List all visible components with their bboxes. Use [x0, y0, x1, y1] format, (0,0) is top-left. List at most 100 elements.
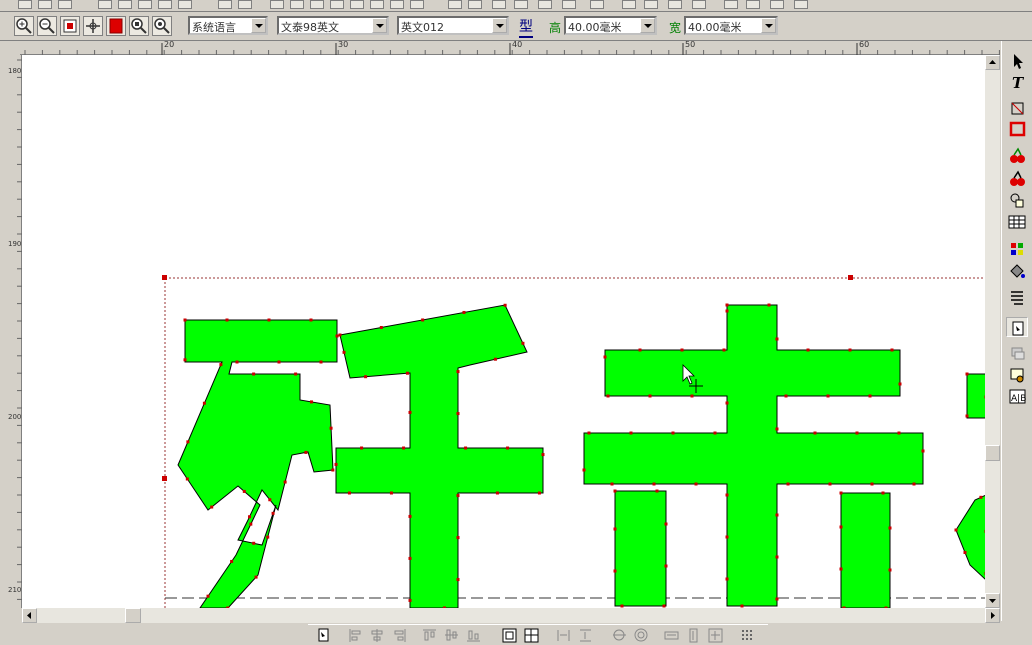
align-middle-icon[interactable] [444, 628, 459, 643]
vertical-scrollbar[interactable] [985, 55, 1000, 610]
width-combo[interactable]: 40.00毫米 [684, 16, 778, 35]
zoom-window-button[interactable] [129, 16, 149, 36]
zoom-selection-button[interactable] [152, 16, 172, 36]
align-bottom-icon[interactable] [466, 628, 481, 643]
chevron-down-icon[interactable] [251, 18, 266, 33]
scroll-up-button[interactable] [985, 55, 1000, 70]
arrow-left-icon [27, 612, 31, 619]
frame-button[interactable] [1006, 365, 1028, 385]
toolbar-button[interactable] [390, 0, 404, 9]
zoom-in-button[interactable] [14, 16, 34, 36]
center-page-icon[interactable] [502, 628, 517, 643]
toolbar-button[interactable] [18, 0, 32, 9]
toolbar-button[interactable] [746, 0, 760, 9]
scroll-right-button[interactable] [985, 608, 1000, 623]
horizontal-scrollbar[interactable] [22, 608, 1000, 623]
selection-handle[interactable] [848, 275, 853, 280]
toolbar-button[interactable] [58, 0, 72, 9]
height-combo[interactable]: 40.00毫米 [564, 16, 657, 35]
toolbar-button[interactable] [370, 0, 384, 9]
chinese-font-combo[interactable]: 文泰98英文 [277, 16, 389, 35]
distribute-v-icon[interactable] [578, 628, 593, 643]
align-right-icon[interactable] [392, 628, 407, 643]
transform-tool-button[interactable] [1006, 190, 1028, 210]
center-selection-icon[interactable] [524, 628, 539, 643]
distribute-h-icon[interactable] [556, 628, 571, 643]
table-tool-button[interactable] [1006, 212, 1028, 232]
toolbar-button[interactable] [290, 0, 304, 9]
toolbar-button[interactable] [644, 0, 658, 9]
rectangle-tool-button[interactable] [1006, 119, 1028, 139]
toolbar-button[interactable] [138, 0, 152, 9]
chevron-down-icon[interactable] [372, 18, 387, 33]
group-icon[interactable] [612, 628, 627, 643]
text-ab-button[interactable]: A|B [1006, 386, 1028, 406]
toolbar-button[interactable] [514, 0, 528, 9]
toolbar-button[interactable] [622, 0, 636, 9]
same-width-icon[interactable] [664, 628, 679, 643]
toolbar-button[interactable] [562, 0, 576, 9]
chevron-down-icon[interactable] [761, 18, 776, 33]
zoom-page-button[interactable] [60, 16, 80, 36]
toolbar-button[interactable] [692, 0, 706, 9]
select-tool-button[interactable] [1006, 51, 1028, 71]
shape-tool-button[interactable] [1006, 98, 1028, 118]
toolbar-button[interactable] [538, 0, 552, 9]
toolbar-button[interactable] [350, 0, 364, 9]
scroll-left-button[interactable] [22, 608, 37, 623]
scroll-thumb[interactable] [125, 608, 141, 623]
toolbar-button[interactable] [410, 0, 424, 9]
glyph-ji[interactable] [583, 304, 986, 608]
toolbar-button[interactable] [310, 0, 324, 9]
canvas-drawing[interactable] [22, 55, 986, 608]
toolbar-button[interactable] [590, 0, 604, 9]
toolbar-button[interactable] [218, 0, 232, 9]
selection-handle[interactable] [162, 476, 167, 481]
toolbar-button[interactable] [492, 0, 506, 9]
align-top-icon[interactable] [422, 628, 437, 643]
scroll-down-button[interactable] [985, 593, 1000, 608]
toolbar-button[interactable] [330, 0, 344, 9]
outline-tool-button[interactable] [1006, 169, 1028, 189]
toolbar-button[interactable] [158, 0, 172, 9]
toolbar-button[interactable] [724, 0, 738, 9]
circle-icon[interactable] [634, 628, 649, 643]
page-icon[interactable] [316, 628, 331, 643]
page-setup-button[interactable] [1006, 317, 1028, 337]
toolbar-button[interactable] [668, 0, 682, 9]
layers-button[interactable] [1006, 343, 1028, 363]
toolbar-button[interactable] [38, 0, 52, 9]
chevron-down-icon[interactable] [492, 18, 507, 33]
toolbar-button[interactable] [468, 0, 482, 9]
english-font-combo[interactable]: 英文012 [397, 16, 509, 35]
align-center-icon[interactable] [370, 628, 385, 643]
zoom-out-button[interactable] [37, 16, 57, 36]
selection-handle[interactable] [162, 275, 167, 280]
toolbar-button[interactable] [238, 0, 252, 9]
language-combo[interactable]: 系统语言 [188, 16, 268, 35]
align-left-icon[interactable] [348, 628, 363, 643]
text-tool-button[interactable]: T [1006, 72, 1028, 92]
paint-bucket-button[interactable] [1006, 261, 1028, 281]
toolbar-button[interactable] [178, 0, 192, 9]
pan-button[interactable] [83, 16, 103, 36]
scroll-thumb[interactable] [985, 445, 1000, 461]
chevron-down-icon[interactable] [640, 18, 655, 33]
fill-tool-button[interactable] [1006, 146, 1028, 166]
color-button[interactable] [106, 16, 126, 36]
toolbar-button[interactable] [118, 0, 132, 9]
same-size-icon[interactable] [708, 628, 723, 643]
grid-icon[interactable] [740, 628, 755, 643]
toolbar-button[interactable] [98, 0, 112, 9]
same-height-icon[interactable] [686, 628, 701, 643]
paragraph-button[interactable] [1006, 287, 1028, 307]
color-palette-button[interactable] [1006, 239, 1028, 259]
design-canvas[interactable] [22, 55, 986, 608]
paragraph-icon [1011, 291, 1023, 305]
toolbar-button[interactable] [770, 0, 784, 9]
toolbar-button[interactable] [270, 0, 284, 9]
type-label[interactable]: 型 [519, 16, 533, 38]
toolbar-button[interactable] [448, 0, 462, 9]
outline-node [364, 375, 368, 379]
toolbar-button[interactable] [794, 0, 808, 9]
